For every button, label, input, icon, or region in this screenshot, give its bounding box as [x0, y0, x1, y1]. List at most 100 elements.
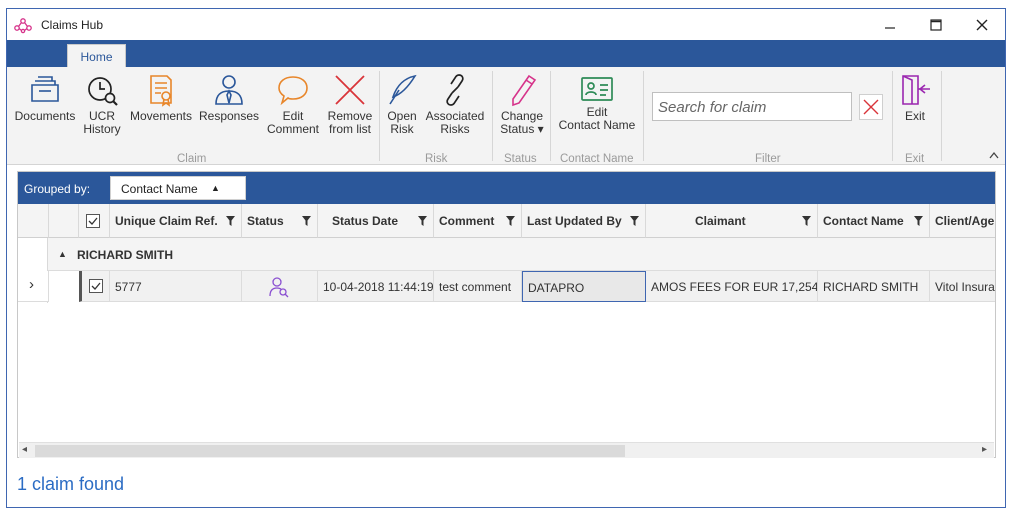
row-checkbox[interactable]	[79, 271, 110, 302]
collapse-group-icon[interactable]: ▲	[58, 249, 67, 259]
filter-icon[interactable]	[630, 216, 639, 226]
checkbox-checked-icon	[89, 279, 103, 293]
sort-ascending-icon: ▲	[211, 183, 220, 193]
collapse-ribbon-icon[interactable]	[989, 151, 999, 162]
close-button[interactable]	[959, 9, 1005, 40]
column-header-unique-ref[interactable]: Unique Claim Ref.	[110, 204, 242, 238]
column-title: Contact Name	[823, 213, 904, 228]
group-label-claim: Claim	[177, 153, 207, 165]
column-title: Status Date	[332, 213, 399, 228]
column-title: Comment	[439, 213, 495, 228]
open-risk-button[interactable]: Open Risk	[383, 73, 421, 136]
group-label-contact-name: Contact Name	[560, 153, 634, 165]
ucr-history-label-2: History	[83, 122, 121, 136]
group-row-richard-smith[interactable]: ▲ RICHARD SMITH	[48, 238, 995, 271]
separator	[892, 71, 893, 161]
horizontal-scrollbar[interactable]: ◂ ▸	[19, 442, 994, 458]
remove-x-icon	[335, 75, 365, 105]
edit-comment-label-2: Comment	[266, 122, 319, 136]
group-chip-label: Contact Name	[121, 182, 198, 196]
contact-card-icon	[581, 77, 613, 101]
search-input[interactable]: Search for claim	[652, 92, 852, 121]
scrollbar-thumb[interactable]	[35, 445, 625, 457]
exit-door-icon	[902, 75, 930, 105]
documents-label: Documents	[14, 109, 76, 123]
cell-unique-ref[interactable]: 5777	[110, 271, 242, 302]
responses-label: Responses	[198, 109, 260, 123]
exit-button[interactable]: Exit	[897, 73, 933, 123]
column-header-status-date[interactable]: Status Date	[318, 204, 434, 238]
scroll-left-arrow[interactable]: ◂	[22, 444, 27, 455]
movements-label: Movements	[129, 109, 193, 123]
exit-label: Exit	[904, 109, 925, 123]
group-label-filter: Filter	[755, 153, 781, 165]
select-all-checkbox[interactable]	[79, 204, 110, 238]
column-header-status[interactable]: Status	[242, 204, 318, 238]
column-title: Status	[247, 213, 284, 228]
group-row-label: RICHARD SMITH	[77, 248, 173, 262]
cell-client[interactable]: Vitol Insurance	[930, 271, 995, 302]
group-label-status: Status	[504, 153, 537, 165]
open-risk-label-2: Risk	[390, 122, 414, 136]
cell-contact-name[interactable]: RICHARD SMITH	[818, 271, 930, 302]
documents-button[interactable]: Documents	[13, 73, 77, 123]
clear-x-icon	[863, 99, 879, 115]
filter-icon[interactable]	[802, 216, 811, 226]
column-header-claimant[interactable]: Claimant	[646, 204, 818, 238]
filter-icon[interactable]	[914, 216, 923, 226]
grouped-by-label: Grouped by:	[24, 182, 91, 196]
group-chip-contact-name[interactable]: Contact Name ▲	[110, 176, 246, 200]
quill-icon	[389, 74, 417, 105]
separator	[550, 71, 551, 161]
edit-contact-name-button[interactable]: Edit Contact Name	[555, 73, 639, 132]
filter-icon[interactable]	[302, 216, 311, 226]
separator	[643, 71, 644, 161]
tab-home[interactable]: Home	[67, 44, 126, 68]
filter-icon[interactable]	[506, 216, 515, 226]
documents-icon	[31, 76, 59, 102]
cell-last-updated-by[interactable]: DATAPRO	[522, 271, 646, 302]
cell-claimant[interactable]: AMOS FEES FOR EUR 17,254.00	[646, 271, 818, 302]
result-count-status: 1 claim found	[17, 474, 125, 494]
column-title: Claimant	[695, 213, 746, 228]
ribbon: Documents UCR History Movements Response…	[7, 67, 1005, 165]
title-bar: Claims Hub	[7, 9, 1005, 40]
app-window: Claims Hub Home Documents UCR History Mo…	[6, 8, 1006, 508]
cell-status-date[interactable]: 10-04-2018 11:44:19	[318, 271, 434, 302]
maximize-button[interactable]	[913, 9, 959, 40]
edit-comment-button[interactable]: Edit Comment	[263, 73, 323, 136]
minimize-button[interactable]	[867, 9, 913, 40]
column-header-last-updated-by[interactable]: Last Updated By	[522, 204, 646, 238]
separator	[379, 71, 380, 161]
filter-icon[interactable]	[226, 216, 235, 226]
row-expand-icon[interactable]: ›	[18, 271, 49, 302]
separator	[941, 71, 942, 161]
speech-bubble-icon	[278, 76, 308, 106]
cell-comment[interactable]: test comment	[434, 271, 522, 302]
group-label-risk: Risk	[425, 153, 448, 165]
clear-search-button[interactable]	[859, 94, 883, 120]
change-status-label-2: Status ▾	[500, 122, 544, 136]
filter-icon[interactable]	[418, 216, 427, 226]
group-label-exit: Exit	[905, 153, 925, 165]
associated-risks-label-2: Risks	[440, 122, 470, 136]
user-tie-icon	[215, 75, 243, 105]
scroll-right-arrow[interactable]: ▸	[982, 444, 987, 455]
change-status-button[interactable]: Change Status ▾	[497, 73, 547, 136]
column-header-contact-name[interactable]: Contact Name	[818, 204, 930, 238]
movements-button[interactable]: Movements	[128, 73, 194, 123]
separator	[492, 71, 493, 161]
ribbon-tab-strip: Home	[7, 40, 1005, 68]
cell-status[interactable]	[242, 271, 318, 302]
column-header-comment[interactable]: Comment	[434, 204, 522, 238]
column-title: Last Updated By	[527, 213, 622, 228]
header-blank	[49, 204, 79, 238]
pencil-icon	[512, 74, 537, 107]
associated-risks-button[interactable]: Associated Risks	[425, 73, 485, 136]
column-title: Client/Agent	[935, 213, 995, 228]
ucr-history-button[interactable]: UCR History	[79, 73, 125, 136]
clock-search-icon	[88, 77, 118, 106]
remove-from-list-button[interactable]: Remove from list	[325, 73, 375, 136]
column-header-client[interactable]: Client/Agent	[930, 204, 995, 238]
responses-button[interactable]: Responses	[199, 73, 259, 123]
